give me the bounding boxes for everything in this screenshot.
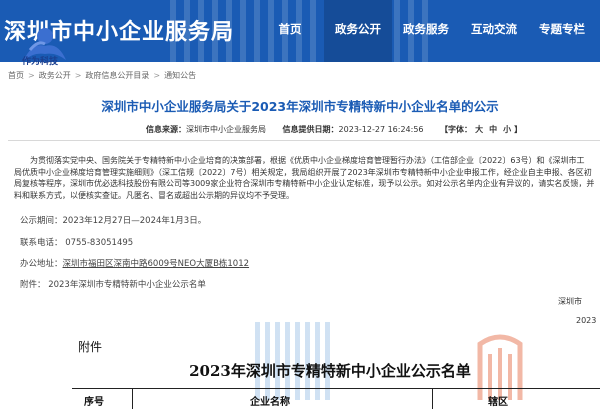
font-size-large-button[interactable]: 大 (475, 125, 483, 134)
source-label: 信息来源： (146, 125, 186, 134)
breadcrumb-notices[interactable]: 通知公告 (164, 71, 196, 80)
attachment-doc-label: 附件 (78, 340, 103, 354)
font-size-control: 【字体：大中小】 (440, 125, 522, 134)
article-body: 为贯彻落实党中央、国务院关于专精特新中小企业培育的决策部署，根据《优质中小企业梯… (14, 155, 600, 201)
nav-item-government-affairs[interactable]: 政务公开 (324, 0, 392, 62)
attachment-link[interactable]: 附件： 2023年深圳市专精特新中小企业公示名单 (20, 278, 206, 290)
date-label: 信息提供日期： (282, 125, 339, 134)
table-column-divider (432, 389, 433, 409)
attachment-doc-title: 2023年深圳市专精特新中小企业公示名单 (189, 362, 471, 380)
breadcrumb-separator: > (153, 71, 161, 80)
font-size-small-button[interactable]: 小 (503, 125, 511, 134)
font-size-end: 】 (514, 125, 523, 134)
contact-phone: 联系电话： 0755-83051495 (20, 238, 134, 248)
source-value: 深圳市中小企业服务局 (186, 125, 266, 134)
nav-item-home[interactable]: 首页 (256, 0, 324, 62)
article-meta: 信息来源：深圳市中小企业服务局 信息提供日期：2023-12-27 16:24:… (146, 124, 522, 135)
font-size-medium-button[interactable]: 中 (489, 125, 497, 134)
nav-item-services[interactable]: 政务服务 (392, 0, 460, 62)
table-header-company: 企业名称 (250, 397, 290, 408)
signature-date: 2023 (576, 316, 597, 325)
body-line: 局复核等程序，深圳市优必选科技股份有限公司等3009家企业符合深圳市专精特新中小… (14, 179, 595, 188)
body-line: 料和联系方式，以便核实查证。凡匿名、冒名或超出公示期的异议均不予受理。 (14, 190, 294, 200)
article-title: 深圳市中小企业服务局关于2023年深圳市专精特新中小企业名单的公示 (101, 99, 499, 114)
breadcrumb-government-affairs[interactable]: 政务公开 (39, 71, 71, 80)
signature: 深圳市 (558, 297, 582, 306)
main-nav: 首页 政务公开 政务服务 互动交流 专题专栏 (256, 0, 596, 62)
watermark-logo-text: 作为科技 (22, 57, 59, 67)
breadcrumb: 首页 > 政务公开 > 政府信息公开目录 > 通知公告 (8, 70, 196, 81)
table-header-index: 序号 (84, 397, 104, 408)
body-line: 为贯彻落实党中央、国务院关于专精特新中小企业培育的决策部署，根据《优质中小企业梯… (30, 156, 585, 165)
breadcrumb-separator: > (74, 71, 82, 80)
publicity-period: 公示期间：2023年12月27日—2024年1月3日。 (20, 216, 207, 226)
attachment-table-header: 序号 企业名称 辖区 (72, 388, 600, 409)
date-value: 2023-12-27 16:24:56 (338, 125, 424, 134)
meta-divider (8, 140, 600, 141)
font-size-label: 【字体： (440, 125, 473, 134)
breadcrumb-home[interactable]: 首页 (8, 71, 24, 80)
table-header-district: 辖区 (488, 397, 508, 408)
table-column-divider (132, 389, 133, 409)
body-line: 局优质中小企业梯度培育管理实施细则》（深工信规〔2022〕7号）相关规定，我局组… (14, 167, 592, 177)
breadcrumb-catalog[interactable]: 政府信息公开目录 (85, 71, 149, 80)
breadcrumb-separator: > (28, 71, 35, 80)
address-value: 深圳市福田区深南中路6009号NEO大厦B栋1012 (62, 259, 250, 269)
site-header: 深圳市中小企业服务局 首页 政务公开 政务服务 互动交流 专题专栏 (0, 0, 600, 62)
address-label: 办公地址： (20, 259, 63, 269)
office-address: 办公地址：深圳市福田区深南中路6009号NEO大厦B栋1012 (20, 257, 249, 269)
nav-item-interaction[interactable]: 互动交流 (460, 0, 528, 62)
nav-item-special-topics[interactable]: 专题专栏 (528, 0, 596, 62)
